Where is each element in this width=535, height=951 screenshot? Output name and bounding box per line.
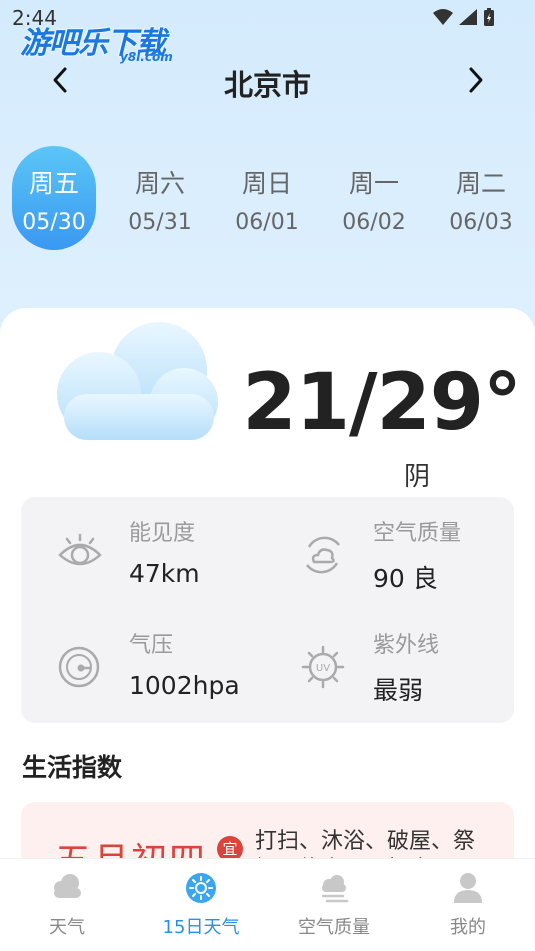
metric-pressure: 气压 1002hpa: [21, 613, 261, 713]
weather-condition: 阴: [404, 462, 431, 492]
day-tab-date: 06/01: [235, 210, 299, 235]
uv-icon: UV: [301, 645, 345, 693]
battery-icon: [484, 8, 494, 26]
day-tab-3[interactable]: 周一 06/02: [332, 146, 416, 250]
next-city-button[interactable]: [458, 62, 494, 98]
day-tab-name: 周二: [455, 169, 506, 198]
day-tab-name: 周一: [348, 169, 399, 198]
nav-label: 天气: [49, 917, 85, 938]
nav-label: 15日天气: [162, 917, 240, 938]
forecast-15day-icon: [184, 871, 218, 909]
metric-label: 空气质量: [373, 521, 462, 546]
metric-air-quality: 空气质量 90 良: [265, 501, 505, 601]
cloud-icon: [44, 312, 224, 456]
metric-value: 47km: [129, 559, 200, 588]
day-tabs: 周五 05/30 周六 05/31 周日 06/01 周一 06/02 周二 0…: [0, 146, 535, 250]
nav-label: 我的: [450, 917, 486, 938]
metric-value: 1002hpa: [129, 671, 240, 700]
nav-15day[interactable]: 15日天气: [134, 859, 268, 951]
weather-cloud-icon: [50, 871, 84, 905]
day-tab-2[interactable]: 周日 06/01: [225, 146, 309, 250]
bottom-nav: 天气 15日天气 空气质量 我的: [0, 858, 535, 951]
day-tab-0[interactable]: 周五 05/30: [12, 146, 96, 250]
life-index-title: 生活指数: [22, 753, 123, 782]
city-title: 北京市: [223, 68, 311, 102]
metric-label: 紫外线: [373, 633, 440, 658]
nav-weather[interactable]: 天气: [0, 859, 134, 951]
air-quality-icon: [301, 533, 345, 581]
air-quality-nav-icon: [317, 871, 351, 909]
day-tab-name: 周五: [28, 169, 79, 198]
nav-label: 空气质量: [298, 917, 370, 938]
svg-text:UV: UV: [316, 663, 330, 674]
metric-value: 最弱: [373, 676, 424, 705]
user-icon: [451, 871, 485, 909]
day-tab-name: 周日: [241, 169, 292, 198]
eye-icon: [57, 533, 103, 577]
status-icons: [433, 8, 495, 26]
day-tab-date: 05/31: [128, 210, 192, 235]
metric-visibility: 能见度 47km: [21, 501, 261, 601]
day-tab-1[interactable]: 周六 05/31: [118, 146, 202, 250]
day-tab-date: 06/03: [449, 210, 513, 235]
nav-profile[interactable]: 我的: [401, 859, 535, 951]
metric-value: 90 良: [373, 564, 438, 593]
watermark-logo: 游吧乐下载 y8l.com: [20, 18, 173, 64]
metric-label: 能见度: [129, 521, 196, 546]
nav-air-quality[interactable]: 空气质量: [267, 859, 401, 951]
temperature-range: 21/29°: [242, 358, 522, 448]
pressure-gauge-icon: [57, 645, 101, 693]
day-tab-date: 06/02: [342, 210, 406, 235]
day-tab-name: 周六: [134, 169, 185, 198]
signal-icon: [459, 9, 477, 25]
day-tab-4[interactable]: 周二 06/03: [439, 146, 523, 250]
wifi-icon: [433, 9, 453, 25]
chevron-right-icon: [469, 67, 483, 93]
metric-uv: UV 紫外线 最弱: [265, 613, 505, 713]
day-tab-date: 05/30: [22, 210, 86, 235]
metric-label: 气压: [129, 633, 174, 658]
metrics-panel: 能见度 47km 空气质量 90 良 气压 1002hpa UV 紫外线 最弱: [21, 497, 514, 723]
